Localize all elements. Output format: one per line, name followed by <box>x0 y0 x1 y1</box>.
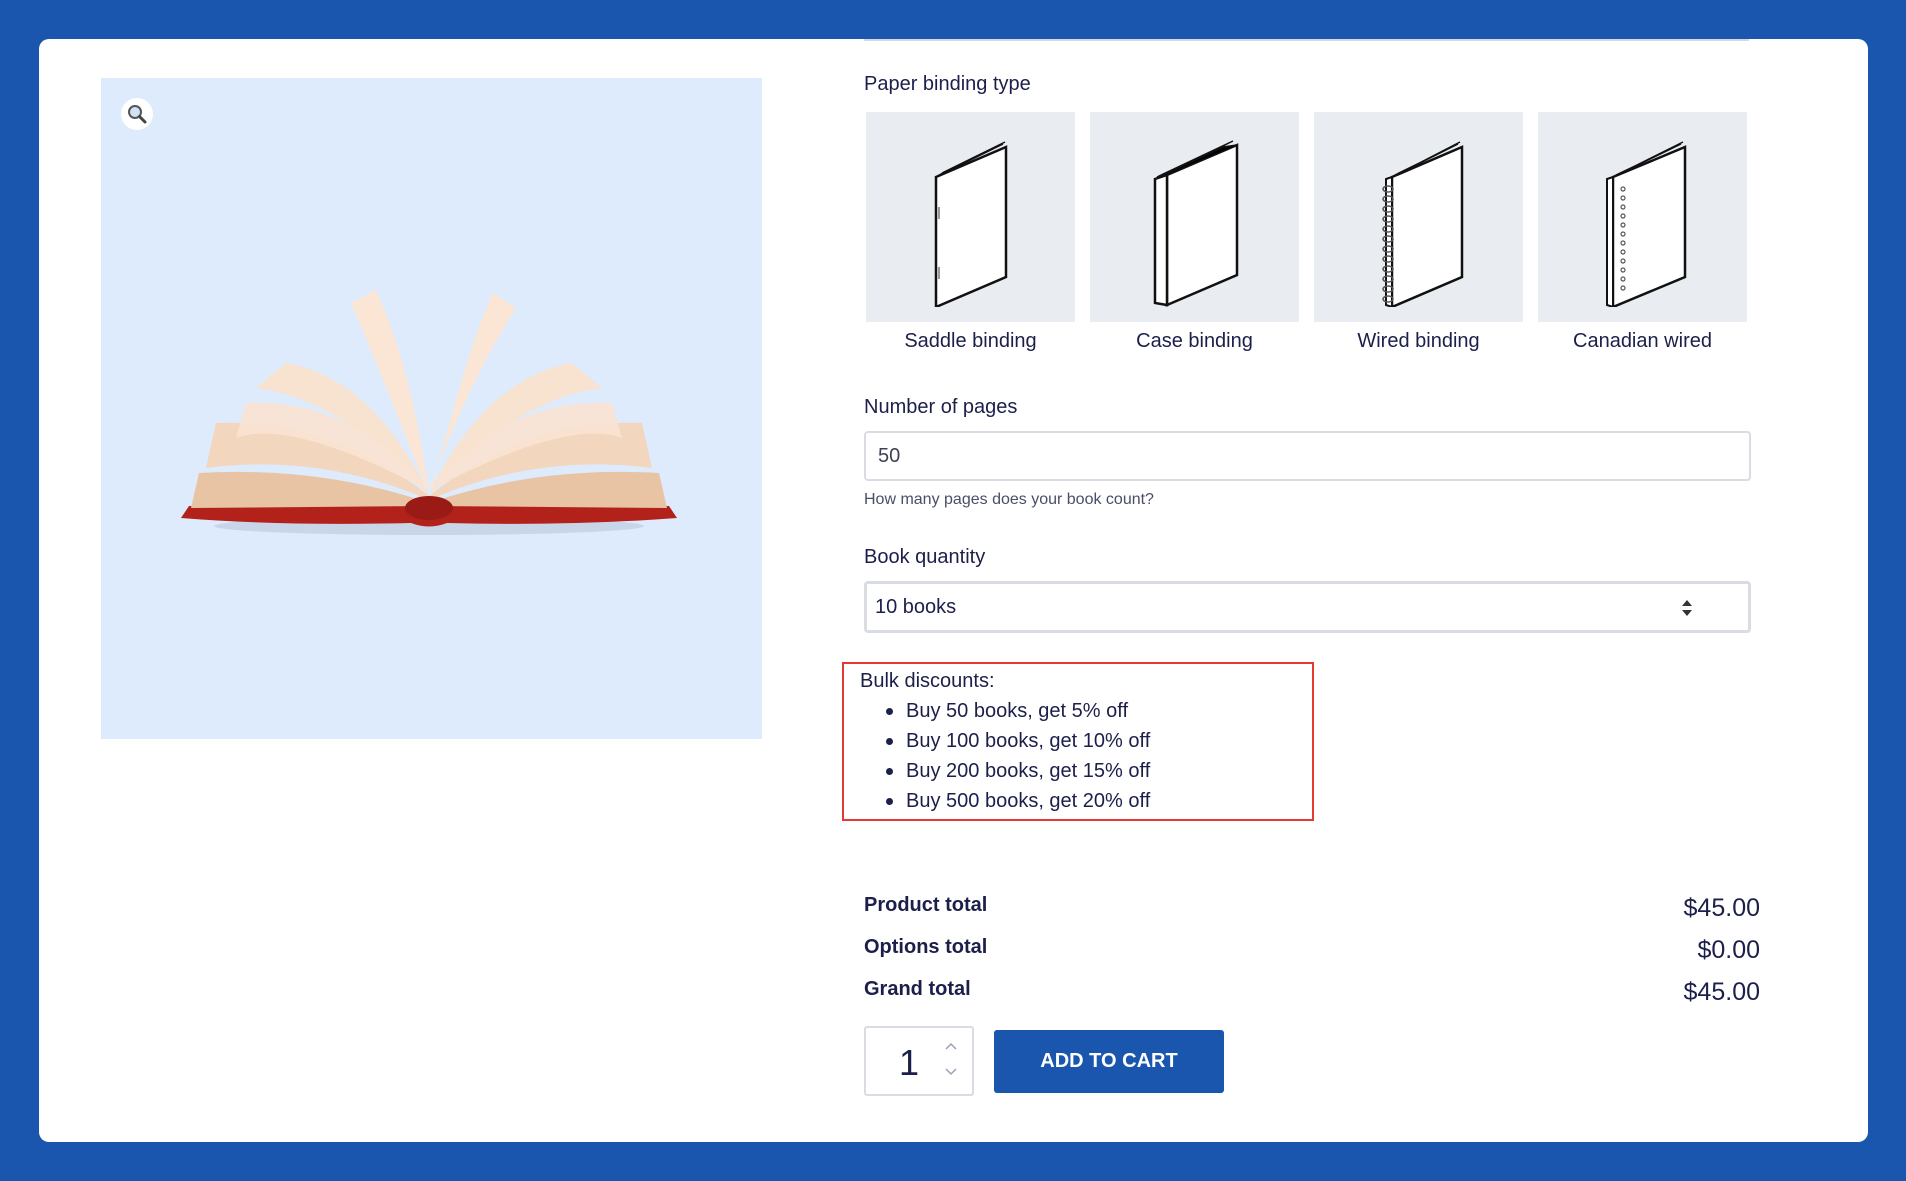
binding-type-label: Paper binding type <box>864 73 1031 95</box>
product-total-value: $45.00 <box>1683 894 1760 922</box>
grand-total-label: Grand total <box>864 978 971 1000</box>
discount-item: Buy 50 books, get 5% off <box>885 696 1150 726</box>
open-book-illustration <box>181 290 677 535</box>
grand-total-value: $45.00 <box>1683 978 1760 1006</box>
discount-item: Buy 200 books, get 15% off <box>885 756 1150 786</box>
bulk-discounts-box: Bulk discounts: Buy 50 books, get 5% off… <box>842 662 1314 821</box>
zoom-button[interactable] <box>121 98 153 130</box>
discount-item: Buy 500 books, get 20% off <box>885 786 1150 816</box>
saddle-binding-icon <box>934 141 1007 307</box>
magnifier-icon <box>128 105 147 124</box>
cart-quantity-stepper[interactable]: 1 <box>864 1026 974 1096</box>
product-total-label: Product total <box>864 894 988 916</box>
product-image[interactable] <box>101 78 762 739</box>
binding-name: Case binding <box>1136 330 1253 352</box>
pages-help-text: How many pages does your book count? <box>864 491 1154 508</box>
pages-label: Number of pages <box>864 396 1018 418</box>
product-card: Paper binding type Saddle binding Case b… <box>39 39 1868 1142</box>
decrement-icon[interactable] <box>944 1066 958 1080</box>
cart-quantity-value[interactable]: 1 <box>899 1042 919 1084</box>
select-arrows-icon <box>1682 600 1692 616</box>
increment-icon[interactable] <box>944 1040 958 1054</box>
quantity-select[interactable]: 10 books <box>864 581 1751 633</box>
pages-input[interactable] <box>864 431 1751 481</box>
binding-name: Wired binding <box>1357 330 1480 352</box>
binding-name: Saddle binding <box>904 330 1037 352</box>
bulk-discounts-list: Buy 50 books, get 5% off Buy 100 books, … <box>885 696 1150 816</box>
divider <box>864 39 1749 41</box>
binding-option-wired[interactable]: Wired binding <box>1314 112 1523 353</box>
binding-option-canadian[interactable]: Canadian wired <box>1538 112 1747 353</box>
options-total-label: Options total <box>864 936 988 958</box>
add-to-cart-button[interactable]: ADD TO CART <box>994 1030 1224 1093</box>
discount-item: Buy 100 books, get 10% off <box>885 726 1150 756</box>
case-binding-icon <box>1153 140 1238 307</box>
binding-name: Canadian wired <box>1573 330 1712 352</box>
quantity-select-value: 10 books <box>875 595 957 618</box>
binding-option-case[interactable]: Case binding <box>1090 112 1299 353</box>
wired-binding-icon <box>1381 141 1463 307</box>
canadian-wired-icon <box>1605 141 1686 307</box>
options-total-value: $0.00 <box>1697 936 1760 964</box>
bulk-discounts-title: Bulk discounts: <box>860 670 995 692</box>
binding-option-saddle[interactable]: Saddle binding <box>866 112 1075 353</box>
quantity-label: Book quantity <box>864 546 986 568</box>
